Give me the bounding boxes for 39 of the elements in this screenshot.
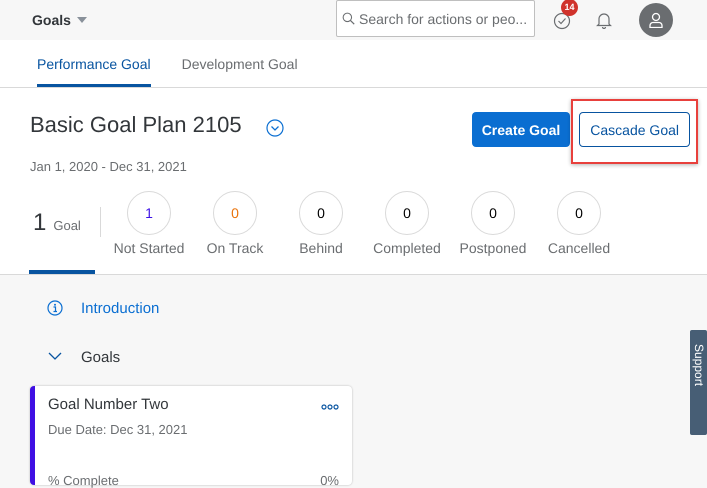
status-count[interactable]: 0 <box>557 191 601 235</box>
status-count[interactable]: 0 <box>299 191 343 235</box>
search-field[interactable]: Search for actions or peo... <box>359 10 529 26</box>
status-count[interactable]: 0 <box>385 191 429 235</box>
status-label: Cancelled <box>548 240 610 256</box>
chevron-circle-icon[interactable] <box>266 119 284 137</box>
check-circle-icon[interactable] <box>553 12 571 30</box>
progress-label: % Complete <box>48 473 119 488</box>
section-header[interactable]: Goals <box>81 348 120 366</box>
cascade-button[interactable]: Cascade Goal <box>579 112 690 147</box>
status-label: On Track <box>206 240 264 256</box>
info-icon <box>47 300 63 316</box>
notification-badge: 14 <box>561 0 578 16</box>
status-count[interactable]: 1 <box>127 191 171 235</box>
support-tab[interactable]: Support <box>690 330 707 435</box>
person-icon <box>649 12 663 28</box>
goals-menu-button[interactable]: Goals <box>32 12 87 28</box>
status-label: Postponed <box>460 240 526 256</box>
bell-icon[interactable] <box>596 11 612 29</box>
search-box[interactable]: Search for actions or peo... <box>336 0 535 37</box>
introduction-link[interactable]: Introduction <box>81 300 160 316</box>
create-button[interactable]: Create Goal <box>472 112 570 147</box>
more-icon[interactable] <box>321 404 339 410</box>
goal-count: 1 <box>33 209 46 237</box>
status-label: Behind <box>299 240 343 256</box>
caret-icon <box>76 17 87 23</box>
status-count[interactable]: 0 <box>471 191 515 235</box>
due-date: Due Date: Dec 31, 2021 <box>48 422 188 437</box>
tab[interactable]: Development Goal <box>182 40 298 87</box>
search-icon <box>342 10 355 27</box>
goal-count-tab[interactable]: 1 Goal <box>29 191 95 274</box>
date-range: Jan 1, 2020 - Dec 31, 2021 <box>30 159 188 174</box>
status-label: Not Started <box>114 240 184 256</box>
plan-title: Basic Goal Plan 2105 <box>30 112 242 138</box>
goal-title: Goal Number Two <box>48 396 169 413</box>
progress-value: 0% <box>320 473 339 488</box>
avatar-button[interactable] <box>639 3 673 37</box>
goal-count-label: Goal <box>53 218 81 233</box>
status-label: Completed <box>373 240 441 256</box>
